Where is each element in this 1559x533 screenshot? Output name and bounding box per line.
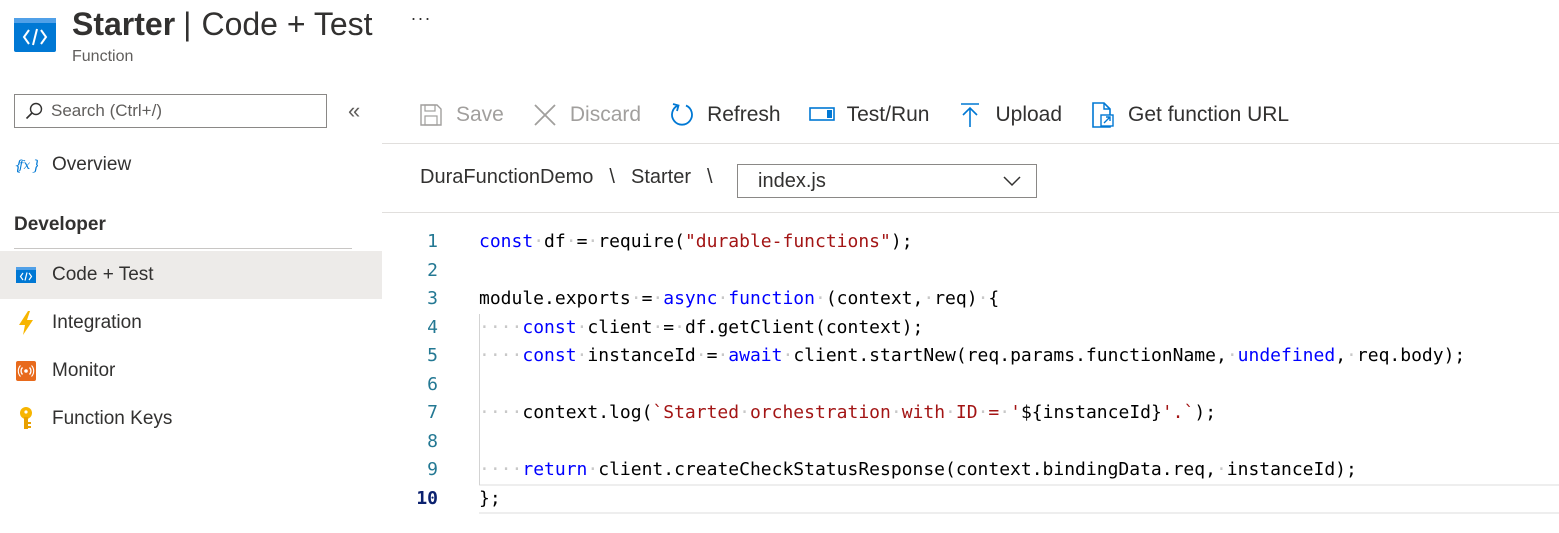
get-function-url-label: Get function URL xyxy=(1128,103,1290,126)
refresh-icon xyxy=(669,102,695,128)
breadcrumb-separator: \ xyxy=(609,166,615,188)
code-line: 9 ····return·client.createCheckStatusResp… xyxy=(382,456,1559,484)
refresh-label: Refresh xyxy=(707,103,781,126)
section-heading-developer: Developer xyxy=(14,214,106,235)
save-button[interactable]: Save xyxy=(418,102,504,128)
lightning-icon xyxy=(14,311,38,335)
code-icon xyxy=(14,263,38,287)
function-fx-icon: { fx } xyxy=(14,153,38,177)
sidebar-item-function-keys[interactable]: Function Keys xyxy=(0,395,382,443)
code-app-icon xyxy=(14,18,56,52)
sidebar-item-monitor[interactable]: Monitor xyxy=(0,347,382,395)
sidebar-item-label: Function Keys xyxy=(52,408,173,429)
code-line: 3 module.exports·=·async·function·(contex… xyxy=(382,285,1559,313)
save-icon xyxy=(418,102,444,128)
line-number: 2 xyxy=(427,260,438,281)
title-function-name: Starter xyxy=(72,5,176,42)
page-title: Starter | Code + Test ··· xyxy=(72,2,432,46)
chevron-down-icon xyxy=(1002,170,1022,193)
upload-label: Upload xyxy=(995,103,1063,126)
command-toolbar: Save Discard Refresh Test/Run Upload Get… xyxy=(418,96,1317,134)
upload-button[interactable]: Upload xyxy=(957,102,1062,128)
section-divider xyxy=(14,248,352,249)
search-icon xyxy=(25,102,43,120)
breadcrumb-app: DuraFunctionDemo xyxy=(420,166,594,188)
toolbar-divider xyxy=(382,143,1559,144)
file-dropdown-value: index.js xyxy=(758,169,826,192)
breadcrumb: DuraFunctionDemo \ Starter \ xyxy=(420,166,729,189)
line-number: 5 xyxy=(427,345,438,366)
test-run-button[interactable]: Test/Run xyxy=(808,102,930,128)
line-number: 4 xyxy=(427,317,438,338)
collapse-sidebar-button[interactable]: « xyxy=(348,98,360,124)
svg-text:}: } xyxy=(32,158,38,174)
more-options-button[interactable]: ··· xyxy=(411,8,432,29)
key-icon xyxy=(14,407,38,431)
code-text: ····const·instanceId·=·await·client.star… xyxy=(479,345,1466,366)
close-icon xyxy=(532,102,558,128)
page-subtitle: Function xyxy=(72,48,134,65)
line-number: 8 xyxy=(427,431,438,452)
test-run-label: Test/Run xyxy=(846,103,930,126)
sidebar-item-label: Overview xyxy=(52,154,132,175)
editor-divider xyxy=(382,212,1559,213)
code-text: }; xyxy=(479,488,501,509)
sidebar-item-label: Monitor xyxy=(52,360,116,381)
discard-label: Discard xyxy=(569,103,642,126)
test-run-icon xyxy=(808,102,835,128)
code-line: 6 xyxy=(382,371,1559,399)
sidebar-item-label: Code + Test xyxy=(52,264,154,285)
code-text: ····context.log(`Started·orchestration·w… xyxy=(479,402,1217,423)
sidebar-item-code-test[interactable]: Code + Test xyxy=(0,251,382,299)
sidebar-item-integration[interactable]: Integration xyxy=(0,299,382,347)
refresh-button[interactable]: Refresh xyxy=(669,102,781,128)
code-line: 1 const·df·=·require("durable-functions")… xyxy=(382,228,1559,256)
code-text: module.exports·=·async·function·(context… xyxy=(479,288,1000,309)
code-text: ····return·client.createCheckStatusRespo… xyxy=(479,459,1357,480)
breadcrumb-separator: \ xyxy=(707,166,713,188)
code-editor[interactable]: 1 const·df·=·require("durable-functions")… xyxy=(382,228,1559,518)
code-line: 10}; xyxy=(382,485,1559,513)
line-number: 10 xyxy=(416,488,438,509)
upload-icon xyxy=(957,102,983,128)
indent-guide xyxy=(479,314,480,485)
get-function-url-button[interactable]: Get function URL xyxy=(1090,102,1289,128)
code-line: 2 xyxy=(382,257,1559,285)
search-box[interactable] xyxy=(14,94,327,128)
code-line: 5 ····const·instanceId·=·await·client.sta… xyxy=(382,342,1559,370)
code-text: ····const·client·=·df.getClient(context)… xyxy=(479,317,924,338)
monitor-icon xyxy=(14,359,38,383)
line-number: 9 xyxy=(427,459,438,480)
line-number: 6 xyxy=(427,374,438,395)
sidebar-item-overview[interactable]: { fx } Overview xyxy=(0,141,382,189)
save-label: Save xyxy=(456,103,504,126)
title-separator: | xyxy=(183,5,192,42)
code-line: 8 xyxy=(382,428,1559,456)
file-dropdown[interactable]: index.js xyxy=(737,164,1037,198)
code-line: 4 ····const·client·=·df.getClient(context… xyxy=(382,314,1559,342)
sidebar-item-label: Integration xyxy=(52,312,142,333)
code-line: 7 ····context.log(`Started·orchestration·… xyxy=(382,399,1559,427)
discard-button[interactable]: Discard xyxy=(532,102,641,128)
line-number: 3 xyxy=(427,288,438,309)
svg-text:fx: fx xyxy=(18,158,30,172)
title-blade-name: Code + Test xyxy=(201,5,373,42)
line-number: 1 xyxy=(427,231,438,252)
line-number: 7 xyxy=(427,402,438,423)
code-text: const·df·=·require("durable-functions"); xyxy=(479,231,913,252)
link-document-icon xyxy=(1090,102,1116,128)
breadcrumb-function: Starter xyxy=(630,166,692,188)
search-input[interactable] xyxy=(49,100,303,122)
